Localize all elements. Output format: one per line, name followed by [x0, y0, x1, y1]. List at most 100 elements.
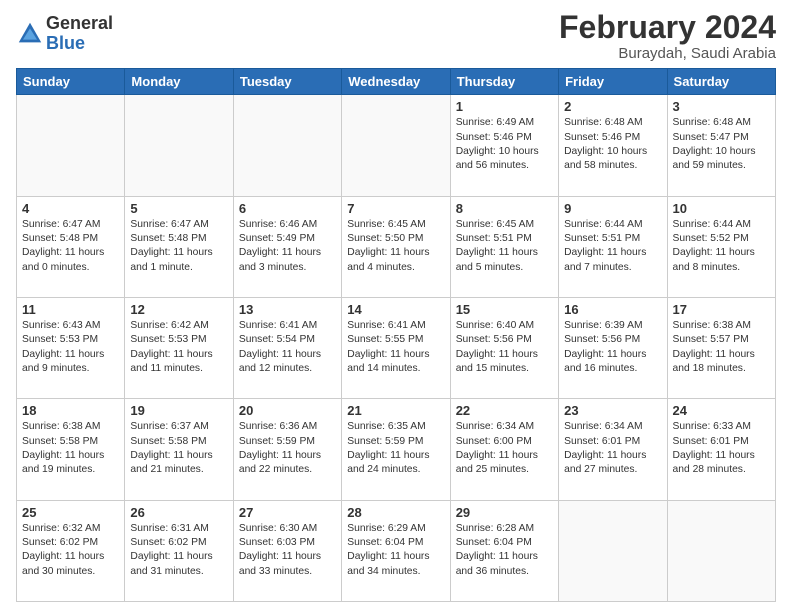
day-info: Sunrise: 6:38 AM Sunset: 5:58 PM Dayligh… — [22, 420, 119, 478]
day-number: 24 — [673, 403, 770, 418]
calendar-day-cell: 17 Sunrise: 6:38 AM Sunset: 5:57 PM Dayli… — [667, 297, 775, 398]
day-info: Sunrise: 6:34 AM Sunset: 6:00 PM Dayligh… — [456, 420, 553, 478]
month-year-title: February 2024 — [559, 10, 776, 45]
calendar-day-cell — [559, 500, 667, 601]
day-info: Sunrise: 6:29 AM Sunset: 6:04 PM Dayligh… — [347, 522, 444, 580]
day-number: 8 — [456, 201, 553, 216]
day-info: Sunrise: 6:47 AM Sunset: 5:48 PM Dayligh… — [130, 218, 227, 276]
logo-text: General Blue — [46, 14, 113, 54]
day-info: Sunrise: 6:39 AM Sunset: 5:56 PM Dayligh… — [564, 319, 661, 377]
day-info: Sunrise: 6:41 AM Sunset: 5:54 PM Dayligh… — [239, 319, 336, 377]
day-info: Sunrise: 6:48 AM Sunset: 5:46 PM Dayligh… — [564, 116, 661, 174]
day-number: 14 — [347, 302, 444, 317]
calendar-day-cell: 23Sunrise: 6:34 AM Sunset: 6:01 PM Dayli… — [559, 399, 667, 500]
day-info: Sunrise: 6:48 AM Sunset: 5:47 PM Dayligh… — [673, 116, 770, 174]
day-info: Sunrise: 6:47 AM Sunset: 5:48 PM Dayligh… — [22, 218, 119, 276]
calendar-day-cell: 20 Sunrise: 6:36 AM Sunset: 5:59 PM Dayli… — [233, 399, 341, 500]
day-info: Sunrise: 6:45 AM Sunset: 5:51 PM Dayligh… — [456, 218, 553, 276]
day-info: Sunrise: 6:43 AM Sunset: 5:53 PM Dayligh… — [22, 319, 119, 377]
calendar-week-row: 25 Sunrise: 6:32 AM Sunset: 6:02 PM Dayli… — [17, 500, 776, 601]
calendar-day-cell: 21 Sunrise: 6:35 AM Sunset: 5:59 PM Dayli… — [342, 399, 450, 500]
day-info: Sunrise: 6:45 AM Sunset: 5:50 PM Dayligh… — [347, 218, 444, 276]
day-number: 21 — [347, 403, 444, 418]
day-info: Sunrise: 6:44 AM Sunset: 5:51 PM Dayligh… — [564, 218, 661, 276]
calendar-header-thursday: Thursday — [450, 69, 558, 95]
day-number: 25 — [22, 505, 119, 520]
day-info: Sunrise: 6:38 AM Sunset: 5:57 PM Dayligh… — [673, 319, 770, 377]
location-subtitle: Buraydah, Saudi Arabia — [559, 45, 776, 62]
calendar-day-cell — [667, 500, 775, 601]
day-info: Sunrise: 6:32 AM Sunset: 6:02 PM Dayligh… — [22, 522, 119, 580]
day-info: Sunrise: 6:30 AM Sunset: 6:03 PM Dayligh… — [239, 522, 336, 580]
calendar-day-cell: 14 Sunrise: 6:41 AM Sunset: 5:55 PM Dayli… — [342, 297, 450, 398]
calendar-day-cell — [342, 95, 450, 196]
day-info: Sunrise: 6:34 AM Sunset: 6:01 PM Dayligh… — [564, 420, 661, 478]
calendar-day-cell: 2 Sunrise: 6:48 AM Sunset: 5:46 PM Daylig… — [559, 95, 667, 196]
day-number: 29 — [456, 505, 553, 520]
logo: General Blue — [16, 14, 113, 54]
calendar-header-monday: Monday — [125, 69, 233, 95]
calendar-day-cell: 5 Sunrise: 6:47 AM Sunset: 5:48 PM Daylig… — [125, 196, 233, 297]
calendar-day-cell: 29 Sunrise: 6:28 AM Sunset: 6:04 PM Dayli… — [450, 500, 558, 601]
calendar-day-cell: 12Sunrise: 6:42 AM Sunset: 5:53 PM Dayli… — [125, 297, 233, 398]
day-info: Sunrise: 6:31 AM Sunset: 6:02 PM Dayligh… — [130, 522, 227, 580]
calendar-day-cell: 6 Sunrise: 6:46 AM Sunset: 5:49 PM Daylig… — [233, 196, 341, 297]
calendar-day-cell: 16 Sunrise: 6:39 AM Sunset: 5:56 PM Dayli… — [559, 297, 667, 398]
day-number: 17 — [673, 302, 770, 317]
calendar-day-cell: 19 Sunrise: 6:37 AM Sunset: 5:58 PM Dayli… — [125, 399, 233, 500]
day-number: 12 — [130, 302, 227, 317]
calendar-table: SundayMondayTuesdayWednesdayThursdayFrid… — [16, 68, 776, 602]
calendar-day-cell: 13 Sunrise: 6:41 AM Sunset: 5:54 PM Dayli… — [233, 297, 341, 398]
calendar-day-cell: 26 Sunrise: 6:31 AM Sunset: 6:02 PM Dayli… — [125, 500, 233, 601]
calendar-day-cell: 8 Sunrise: 6:45 AM Sunset: 5:51 PM Daylig… — [450, 196, 558, 297]
day-info: Sunrise: 6:44 AM Sunset: 5:52 PM Dayligh… — [673, 218, 770, 276]
calendar-day-cell: 22Sunrise: 6:34 AM Sunset: 6:00 PM Dayli… — [450, 399, 558, 500]
calendar-week-row: 4 Sunrise: 6:47 AM Sunset: 5:48 PM Daylig… — [17, 196, 776, 297]
day-number: 20 — [239, 403, 336, 418]
calendar-day-cell: 18 Sunrise: 6:38 AM Sunset: 5:58 PM Dayli… — [17, 399, 125, 500]
calendar-day-cell — [233, 95, 341, 196]
day-info: Sunrise: 6:33 AM Sunset: 6:01 PM Dayligh… — [673, 420, 770, 478]
calendar-day-cell: 1Sunrise: 6:49 AM Sunset: 5:46 PM Daylig… — [450, 95, 558, 196]
calendar-header-tuesday: Tuesday — [233, 69, 341, 95]
calendar-header-friday: Friday — [559, 69, 667, 95]
calendar-day-cell: 4 Sunrise: 6:47 AM Sunset: 5:48 PM Daylig… — [17, 196, 125, 297]
day-info: Sunrise: 6:28 AM Sunset: 6:04 PM Dayligh… — [456, 522, 553, 580]
day-number: 16 — [564, 302, 661, 317]
day-number: 7 — [347, 201, 444, 216]
day-number: 1 — [456, 99, 553, 114]
calendar-header-wednesday: Wednesday — [342, 69, 450, 95]
day-number: 5 — [130, 201, 227, 216]
calendar-week-row: 18 Sunrise: 6:38 AM Sunset: 5:58 PM Dayli… — [17, 399, 776, 500]
day-info: Sunrise: 6:35 AM Sunset: 5:59 PM Dayligh… — [347, 420, 444, 478]
calendar-week-row: 1Sunrise: 6:49 AM Sunset: 5:46 PM Daylig… — [17, 95, 776, 196]
day-number: 10 — [673, 201, 770, 216]
day-number: 2 — [564, 99, 661, 114]
day-info: Sunrise: 6:46 AM Sunset: 5:49 PM Dayligh… — [239, 218, 336, 276]
calendar-day-cell: 11Sunrise: 6:43 AM Sunset: 5:53 PM Dayli… — [17, 297, 125, 398]
day-info: Sunrise: 6:41 AM Sunset: 5:55 PM Dayligh… — [347, 319, 444, 377]
day-number: 6 — [239, 201, 336, 216]
calendar-week-row: 11Sunrise: 6:43 AM Sunset: 5:53 PM Dayli… — [17, 297, 776, 398]
day-info: Sunrise: 6:36 AM Sunset: 5:59 PM Dayligh… — [239, 420, 336, 478]
calendar-day-cell: 9 Sunrise: 6:44 AM Sunset: 5:51 PM Daylig… — [559, 196, 667, 297]
day-number: 26 — [130, 505, 227, 520]
day-number: 27 — [239, 505, 336, 520]
day-number: 15 — [456, 302, 553, 317]
title-block: February 2024 Buraydah, Saudi Arabia — [559, 10, 776, 62]
logo-general-text: General — [46, 14, 113, 34]
header: General Blue February 2024 Buraydah, Sau… — [16, 10, 776, 62]
page: General Blue February 2024 Buraydah, Sau… — [0, 0, 792, 612]
day-number: 19 — [130, 403, 227, 418]
calendar-day-cell: 7 Sunrise: 6:45 AM Sunset: 5:50 PM Daylig… — [342, 196, 450, 297]
day-info: Sunrise: 6:37 AM Sunset: 5:58 PM Dayligh… — [130, 420, 227, 478]
day-number: 28 — [347, 505, 444, 520]
day-number: 4 — [22, 201, 119, 216]
calendar-day-cell: 3Sunrise: 6:48 AM Sunset: 5:47 PM Daylig… — [667, 95, 775, 196]
day-number: 13 — [239, 302, 336, 317]
day-number: 9 — [564, 201, 661, 216]
day-number: 18 — [22, 403, 119, 418]
logo-icon — [16, 20, 44, 48]
calendar-day-cell: 24 Sunrise: 6:33 AM Sunset: 6:01 PM Dayli… — [667, 399, 775, 500]
calendar-day-cell: 10 Sunrise: 6:44 AM Sunset: 5:52 PM Dayli… — [667, 196, 775, 297]
